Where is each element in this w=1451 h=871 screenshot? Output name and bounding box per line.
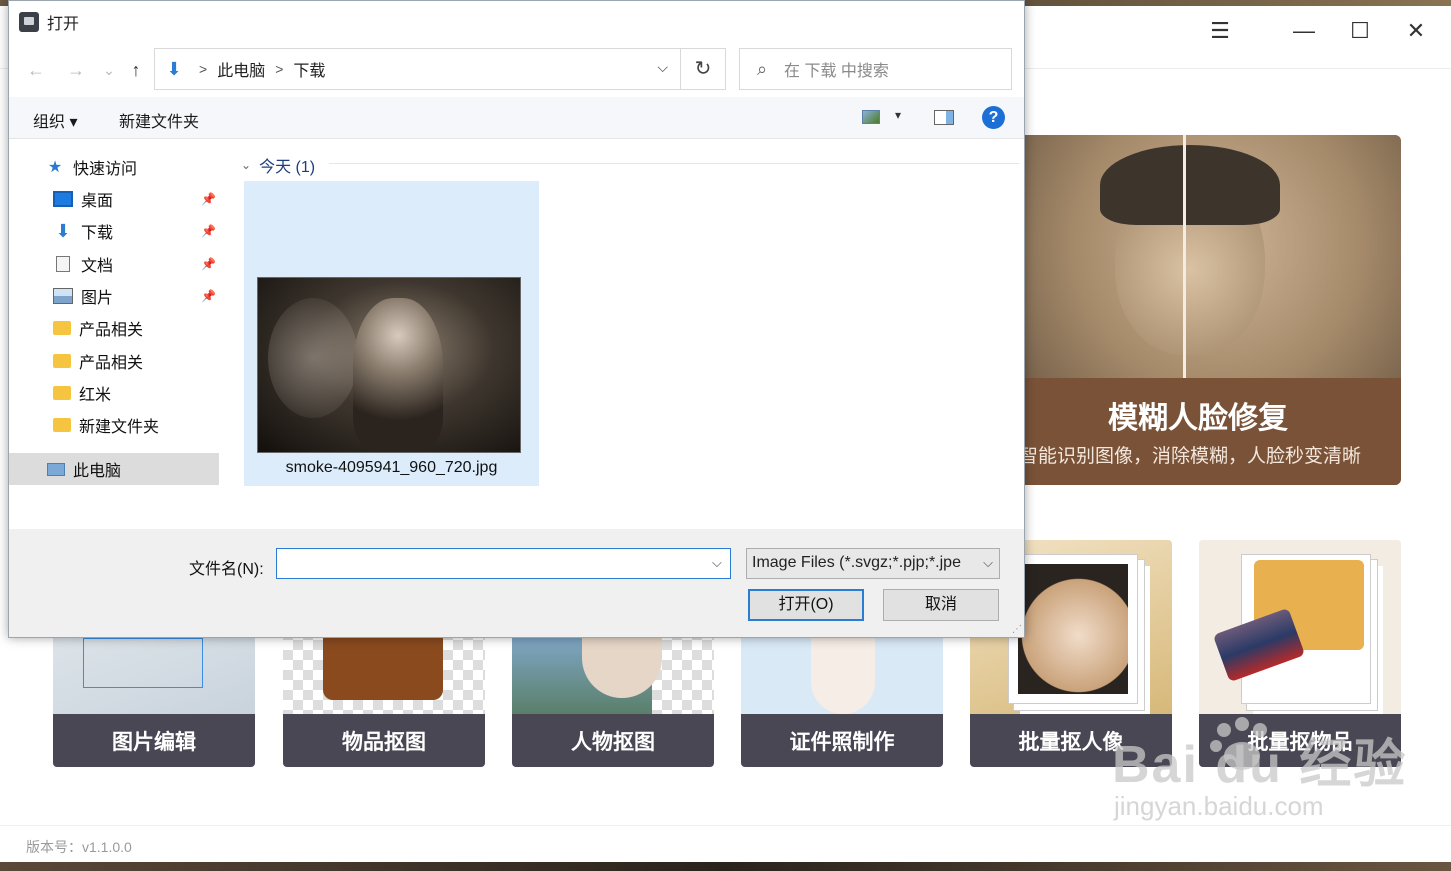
sidebar-item-folder[interactable]: 产品相关: [9, 312, 221, 344]
hero-banner-face-restore[interactable]: 模糊人脸修复 智能识别图像，消除模糊，人脸秒变清晰: [995, 135, 1401, 485]
help-icon[interactable]: ?: [982, 106, 1005, 129]
dialog-title: 打开: [47, 16, 80, 33]
app-icon: [19, 12, 39, 32]
file-thumbnail: [257, 277, 521, 453]
breadcrumb-this-pc[interactable]: 此电脑: [217, 57, 265, 81]
folder-icon: [53, 354, 71, 368]
hero-photo: [995, 135, 1401, 378]
download-icon: ⬇: [55, 221, 71, 241]
open-button[interactable]: 打开(O): [748, 589, 864, 621]
navigation-pane: ★ 快速访问 桌面 📌 ⬇ 下载 📌 文档 📌 图片 📌 产品相关 产品相关 红…: [9, 139, 221, 529]
sidebar-item-label: 快速访问: [73, 161, 138, 178]
sidebar-item-label: 此电脑: [73, 463, 122, 480]
computer-icon: [47, 462, 65, 476]
sidebar-item-pictures[interactable]: 图片 📌: [9, 280, 221, 312]
version-label: 版本号：v1.1.0.0: [26, 839, 132, 855]
file-list-pane: ⌄ 今天 (1) smoke-4095941_960_720.jpg: [229, 139, 1024, 529]
recent-locations-button[interactable]: ⌄: [96, 57, 122, 83]
dialog-toolbar: 组织 ▾ 新建文件夹 ▾ ?: [9, 97, 1024, 139]
desktop-icon: [53, 191, 73, 207]
sidebar-item-folder[interactable]: 红米: [9, 377, 221, 409]
file-item[interactable]: smoke-4095941_960_720.jpg: [244, 181, 539, 486]
breadcrumb-downloads[interactable]: 下载: [293, 57, 325, 81]
dialog-titlebar: 打开: [19, 11, 79, 33]
sidebar-item-folder[interactable]: 新建文件夹: [9, 409, 221, 441]
app-bottom-border: [0, 862, 1451, 871]
folder-icon: [53, 321, 71, 335]
search-input[interactable]: ⌕ 在 下载 中搜索: [739, 48, 1012, 90]
view-mode-icon[interactable]: [862, 110, 880, 124]
chevron-down-icon: ⌄: [241, 158, 252, 172]
star-icon: ★: [47, 159, 63, 176]
document-icon: [56, 256, 70, 272]
card-label: 人物抠图: [512, 714, 714, 767]
sidebar-item-label: 桌面: [81, 193, 114, 210]
maximize-button[interactable]: ☐: [1342, 18, 1378, 44]
footer-divider: [0, 825, 1451, 826]
breadcrumb-separator[interactable]: >: [199, 61, 207, 77]
up-button[interactable]: ↑: [123, 57, 149, 83]
sidebar-item-label: 新建文件夹: [79, 419, 160, 436]
minimize-button[interactable]: —: [1286, 18, 1322, 44]
group-header-today[interactable]: ⌄ 今天 (1): [241, 153, 315, 177]
pin-icon: 📌: [201, 224, 216, 238]
sidebar-item-desktop[interactable]: 桌面 📌: [9, 183, 221, 215]
new-folder-button[interactable]: 新建文件夹: [119, 108, 199, 132]
sidebar-item-label: 图片: [81, 290, 114, 307]
pin-icon: 📌: [201, 192, 216, 206]
group-divider: [329, 163, 1019, 164]
hero-title: 模糊人脸修复: [1108, 402, 1288, 435]
folder-icon: [53, 418, 71, 432]
menu-icon[interactable]: ☰: [1202, 18, 1238, 44]
resize-grip-icon[interactable]: ⋰: [1012, 624, 1022, 635]
back-button[interactable]: ←: [23, 57, 49, 83]
forward-button[interactable]: →: [63, 57, 89, 83]
filename-input[interactable]: [276, 548, 731, 579]
sidebar-item-label: 红米: [79, 387, 112, 404]
file-name: smoke-4095941_960_720.jpg: [285, 459, 498, 476]
sidebar-item-label: 产品相关: [79, 355, 144, 372]
search-placeholder: 在 下载 中搜索: [784, 63, 889, 80]
card-label: 物品抠图: [283, 714, 485, 767]
filetype-dropdown-icon: ⌵: [983, 555, 993, 571]
baidu-watermark: Bai du 经验 jingyan.baidu.com: [1112, 717, 1407, 822]
sidebar-item-label: 下载: [81, 225, 114, 242]
hero-subtitle: 智能识别图像，消除模糊，人脸秒变清晰: [1019, 446, 1362, 467]
pin-icon: 📌: [201, 257, 216, 271]
address-dropdown-icon[interactable]: ⌵: [657, 59, 668, 76]
sidebar-item-this-pc[interactable]: 此电脑: [9, 453, 219, 485]
sidebar-item-label: 产品相关: [79, 322, 144, 339]
address-bar[interactable]: ⬇ > 此电脑 > 下载 ⌵: [154, 48, 681, 90]
open-file-dialog: 打开 ← → ⌄ ↑ ⬇ > 此电脑 > 下载 ⌵ ↻ ⌕ 在 下载 中搜索 组…: [8, 0, 1025, 638]
group-label: 今天 (1): [259, 159, 316, 176]
preview-pane-icon[interactable]: [934, 110, 954, 125]
search-icon: ⌕: [756, 58, 768, 79]
organize-menu[interactable]: 组织 ▾: [33, 108, 77, 132]
view-dropdown-icon[interactable]: ▾: [895, 108, 901, 122]
pin-icon: 📌: [201, 289, 216, 303]
card-label: 证件照制作: [741, 714, 943, 767]
card-image: [1199, 540, 1401, 714]
picture-icon: [53, 288, 73, 304]
card-label: 图片编辑: [53, 714, 255, 767]
sidebar-item-documents[interactable]: 文档 📌: [9, 248, 221, 280]
sidebar-item-downloads[interactable]: ⬇ 下载 📌: [9, 215, 221, 247]
filename-dropdown-icon[interactable]: ⌵: [712, 555, 722, 571]
sidebar-item-label: 文档: [81, 258, 114, 275]
paw-logo-icon: [1210, 717, 1267, 770]
refresh-button[interactable]: ↻: [681, 48, 726, 90]
dialog-footer: 文件名(N): ⌵ Image Files (*.svgz;*.pjp;*.jp…: [9, 529, 1024, 637]
filename-label: 文件名(N):: [189, 561, 264, 578]
download-icon: ⬇: [166, 58, 182, 79]
filetype-value: Image Files (*.svgz;*.pjp;*.jpe: [752, 554, 961, 571]
breadcrumb-separator[interactable]: >: [275, 61, 283, 77]
filetype-select[interactable]: Image Files (*.svgz;*.pjp;*.jpe ⌵: [746, 548, 1000, 579]
close-button[interactable]: ✕: [1398, 18, 1434, 44]
cancel-button[interactable]: 取消: [883, 589, 999, 621]
sidebar-item-quick-access[interactable]: ★ 快速访问: [9, 151, 221, 183]
sidebar-item-folder[interactable]: 产品相关: [9, 345, 221, 377]
folder-icon: [53, 386, 71, 400]
